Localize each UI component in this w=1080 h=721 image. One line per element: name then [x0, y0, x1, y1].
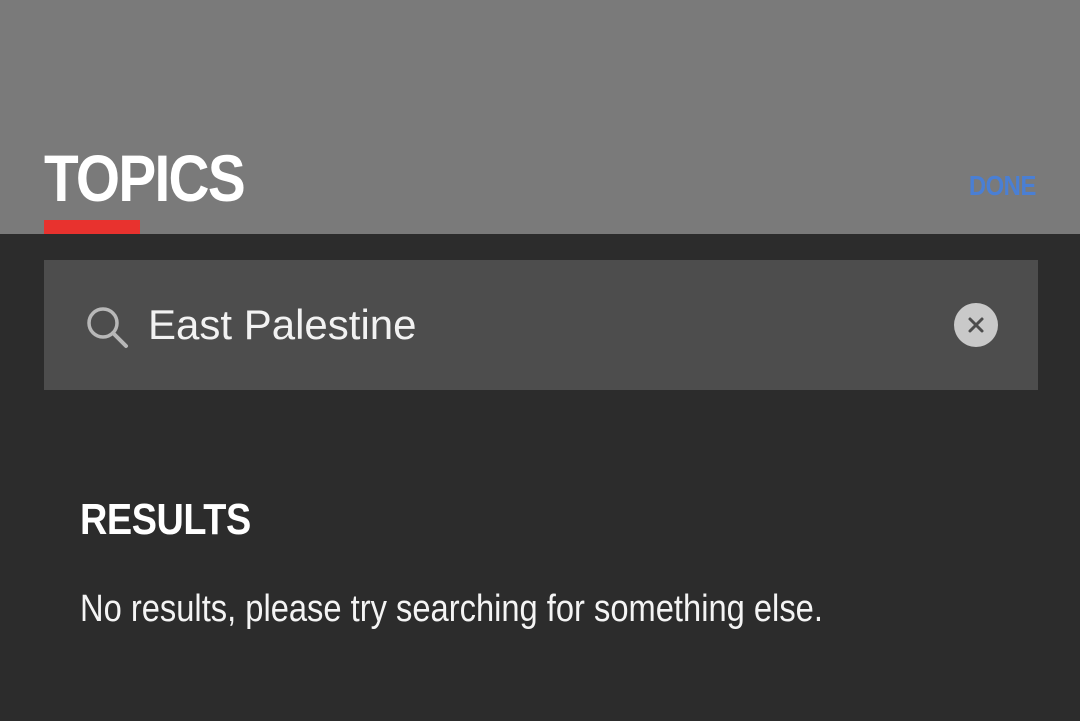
search-bar[interactable]: [44, 260, 1038, 390]
close-icon: [968, 317, 984, 333]
clear-search-button[interactable]: [954, 303, 998, 347]
search-input[interactable]: [148, 297, 928, 353]
search-icon: [84, 304, 130, 350]
done-button[interactable]: DONE: [969, 168, 1036, 204]
page-title: TOPICS: [44, 141, 246, 215]
title-underline: [44, 220, 140, 234]
no-results-message: No results, please try searching for som…: [80, 588, 823, 630]
topics-header: TOPICS DONE: [0, 0, 1080, 234]
results-heading: RESULTS: [80, 495, 251, 544]
